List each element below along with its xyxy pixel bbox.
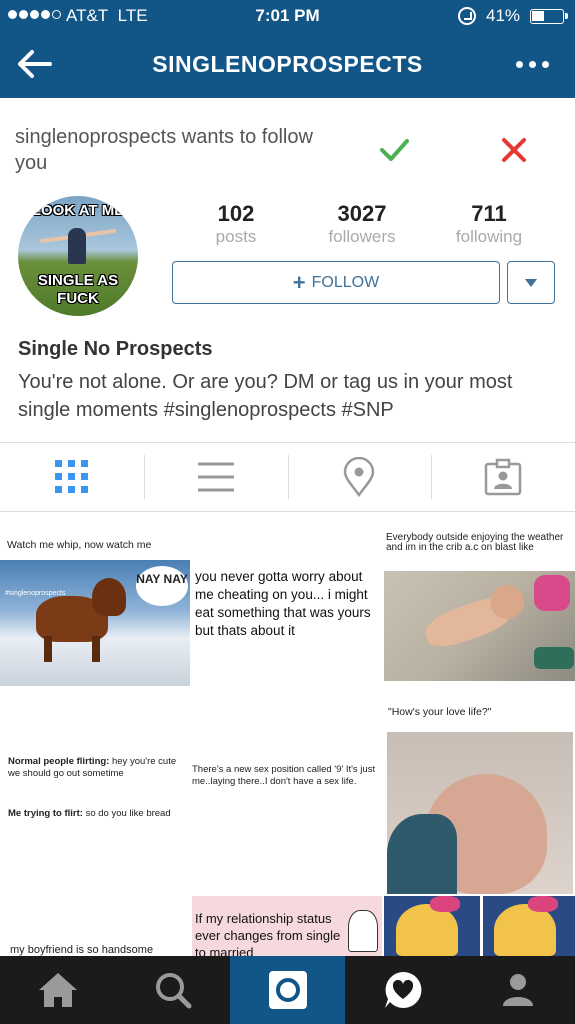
post-thumbnail[interactable]: Everybody outside enjoying the weather a… (384, 512, 575, 702)
speech-bubble: NAY NAY (136, 566, 188, 606)
post-thumbnail[interactable]: There's a new sex position called '9' It… (192, 704, 382, 894)
post-caption: "How's your love life?" (388, 706, 492, 718)
tagged-photos-icon (484, 458, 522, 496)
followers-label: followers (328, 227, 396, 246)
profile-username-title: SINGLENOPROSPECTS (152, 51, 423, 77)
following-label: following (455, 227, 523, 246)
profile-icon (502, 974, 533, 1006)
top-bar: AT&T LTE 7:01 PM 41% SINGLENOPROSPECTS (0, 0, 575, 98)
post-caption: my boyfriend is so handsome (10, 944, 154, 956)
profile-view-tabs (0, 442, 575, 512)
post-text-line2: Me trying to flirt: so do you like bread (8, 808, 171, 819)
post-thumbnail[interactable]: "How's your love life?" (384, 704, 575, 894)
follow-button-label: FOLLOW (311, 273, 380, 291)
tab-map[interactable] (287, 443, 432, 511)
stat-following[interactable]: 711 following (429, 201, 549, 247)
tab-activity[interactable] (345, 956, 460, 1024)
stat-posts[interactable]: 102 posts (176, 201, 296, 247)
post-text: If my relationship status ever changes f… (195, 911, 341, 956)
post-text-line1: Normal people flirting: hey you're cute … (8, 756, 177, 779)
grid-icon (54, 460, 88, 493)
battery-percent: 41% (486, 6, 521, 25)
post-thumbnail[interactable] (384, 896, 575, 956)
decline-request-button[interactable] (494, 130, 534, 170)
suggestions-dropdown-button[interactable] (507, 261, 555, 304)
battery-icon (530, 9, 568, 24)
post-text: you never gotta worry about me cheating … (195, 569, 371, 638)
plus-icon: + (292, 269, 306, 295)
tab-tagged[interactable] (431, 443, 575, 511)
activity-heart-icon (384, 971, 421, 1008)
search-icon (155, 973, 191, 1009)
post-thumbnail[interactable]: Watch me whip, now watch me #singlenopro… (0, 512, 190, 702)
posts-count: 102 (217, 201, 255, 226)
posts-label: posts (215, 227, 257, 246)
baby-image (384, 571, 575, 681)
watermark-text: #singlenoprospects (5, 590, 66, 597)
tab-grid[interactable] (0, 443, 144, 511)
rotation-lock-icon (458, 7, 476, 25)
post-thumbnail[interactable]: you never gotta worry about me cheating … (192, 512, 382, 702)
post-thumbnail[interactable]: If my relationship status ever changes f… (192, 896, 382, 956)
checkmark-icon (380, 139, 409, 161)
stat-followers[interactable]: 3027 followers (302, 201, 422, 247)
post-caption: Everybody outside enjoying the weather a… (386, 532, 564, 553)
tab-camera[interactable] (230, 956, 345, 1024)
following-count: 711 (471, 201, 507, 226)
photo-grid: Watch me whip, now watch me #singlenopro… (0, 512, 575, 956)
follow-button[interactable]: + FOLLOW (172, 261, 500, 304)
cartoon-image (348, 910, 378, 952)
status-bar: AT&T LTE 7:01 PM 41% (0, 0, 575, 32)
chevron-down-icon (525, 278, 537, 287)
followers-count: 3027 (337, 201, 387, 226)
tab-profile[interactable] (460, 956, 575, 1024)
tab-home[interactable] (0, 956, 115, 1024)
post-thumbnail[interactable]: Normal people flirting: hey you're cute … (0, 704, 190, 894)
home-icon (38, 973, 77, 1007)
profile-avatar[interactable]: LOOK AT ME SINGLE AS FUCK (18, 196, 138, 316)
avatar-top-text: LOOK AT ME (31, 202, 125, 219)
location-pin-icon (344, 457, 375, 497)
post-caption: Watch me whip, now watch me (7, 539, 152, 551)
pony-image: #singlenoprospects NAY NAY (0, 560, 190, 686)
follow-request-text: singlenoprospects wants to follow you (15, 126, 313, 174)
selfie-image (387, 732, 573, 894)
profile-full-name: Single No Prospects (18, 338, 213, 360)
tab-search[interactable] (115, 956, 230, 1024)
avatar-bottom-text: SINGLE AS FUCK (37, 272, 119, 307)
close-icon (502, 138, 526, 162)
post-thumbnail[interactable]: my boyfriend is so handsome (0, 896, 190, 956)
bottom-tab-bar (0, 956, 575, 1024)
accept-request-button[interactable] (374, 130, 414, 170)
post-text: There's a new sex position called '9' It… (192, 764, 376, 787)
more-dots-icon[interactable] (512, 56, 552, 72)
list-icon (197, 462, 234, 492)
tab-list[interactable] (143, 443, 288, 511)
camera-icon (268, 971, 307, 1009)
profile-bio: You're not alone. Or are you? DM or tag … (18, 371, 513, 421)
